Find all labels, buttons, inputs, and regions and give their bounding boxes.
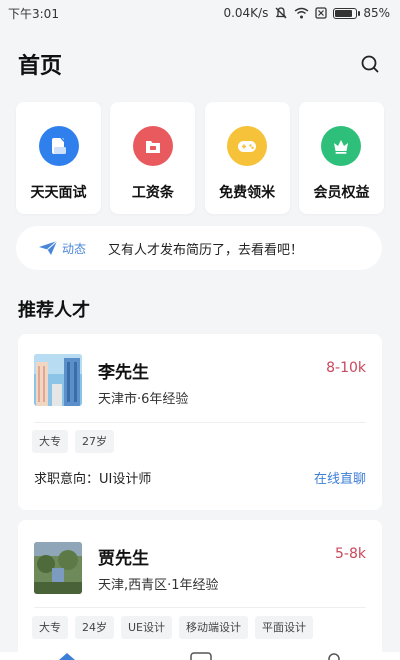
quick-action-label: 天天面试 [30, 185, 87, 201]
salary-slip-icon [132, 126, 173, 166]
status-time: 下午3:01 [8, 6, 59, 21]
tag-education: 大专 [32, 430, 68, 453]
search-icon [361, 55, 379, 73]
status-indicators: 0.04K/s 85% [223, 6, 390, 20]
interview-icon [38, 126, 79, 166]
news-tag: 动态 [62, 241, 87, 256]
job-intent: 求职意向：UI设计师 [34, 472, 152, 487]
no-sim-icon [315, 7, 327, 19]
talent-card[interactable]: 李先生 8-10k 天津市·6年经验 大专 27岁 求职意向：UI设计师 在线直… [18, 334, 382, 510]
page-title: 首页 [18, 54, 63, 79]
talent-location-experience: 天津,西青区·1年经验 [98, 578, 219, 593]
page-header: 首页 [18, 46, 382, 82]
news-bar[interactable]: 动态 又有人才发布简历了，去看看吧！ [16, 226, 382, 270]
avatar [34, 542, 82, 594]
salary-range: 8-10k [326, 360, 366, 376]
tag-age: 27岁 [75, 430, 114, 453]
battery-percent: 85% [363, 6, 390, 20]
profile-icon[interactable] [326, 652, 342, 660]
section-title: 推荐人才 [18, 300, 90, 321]
talent-location-experience: 天津市·6年经验 [98, 392, 189, 407]
network-speed: 0.04K/s [223, 6, 269, 20]
tag-skill: UE设计 [121, 616, 173, 639]
quick-action-label: 会员权益 [313, 185, 370, 201]
wifi-icon [294, 7, 309, 19]
quick-action-label: 免费领米 [219, 185, 276, 201]
mute-bell-icon [275, 7, 287, 19]
divider [34, 607, 366, 608]
search-button[interactable] [358, 52, 382, 76]
home-icon[interactable] [58, 652, 76, 660]
news-text: 又有人才发布简历了，去看看吧！ [108, 242, 304, 258]
bottom-nav [0, 652, 400, 660]
battery-icon [333, 7, 361, 19]
talent-card[interactable]: 贾先生 5-8k 天津,西青区·1年经验 大专 24岁 UE设计 移动端设计 平… [18, 520, 382, 660]
quick-action-salary-slip[interactable]: 工资条 [110, 102, 196, 214]
online-chat-link[interactable]: 在线直聊 [314, 468, 366, 487]
avatar [34, 354, 82, 406]
tag-skill: 移动端设计 [179, 616, 249, 639]
divider [34, 422, 366, 423]
talent-name: 李先生 [98, 363, 149, 383]
talent-tags: 大专 24岁 UE设计 移动端设计 平面设计 [32, 616, 314, 639]
quick-action-free-rice[interactable]: 免费领米 [204, 102, 290, 214]
quick-action-label: 工资条 [131, 185, 174, 201]
quick-action-member[interactable]: 会员权益 [298, 102, 384, 214]
quick-actions: 天天面试 工资条 免费领米 会员权益 [16, 102, 384, 214]
crown-icon [321, 126, 362, 166]
talent-tags: 大专 27岁 [32, 430, 114, 453]
tag-age: 24岁 [75, 616, 114, 639]
status-bar: 下午3:01 0.04K/s 85% [0, 0, 400, 26]
tag-skill: 平面设计 [255, 616, 314, 639]
paper-plane-icon [39, 240, 58, 255]
talent-name: 贾先生 [98, 549, 149, 569]
gamepad-icon [227, 126, 268, 166]
tag-education: 大专 [32, 616, 68, 639]
salary-range: 5-8k [335, 546, 366, 562]
message-icon[interactable] [190, 652, 212, 660]
quick-action-interview[interactable]: 天天面试 [16, 102, 101, 214]
